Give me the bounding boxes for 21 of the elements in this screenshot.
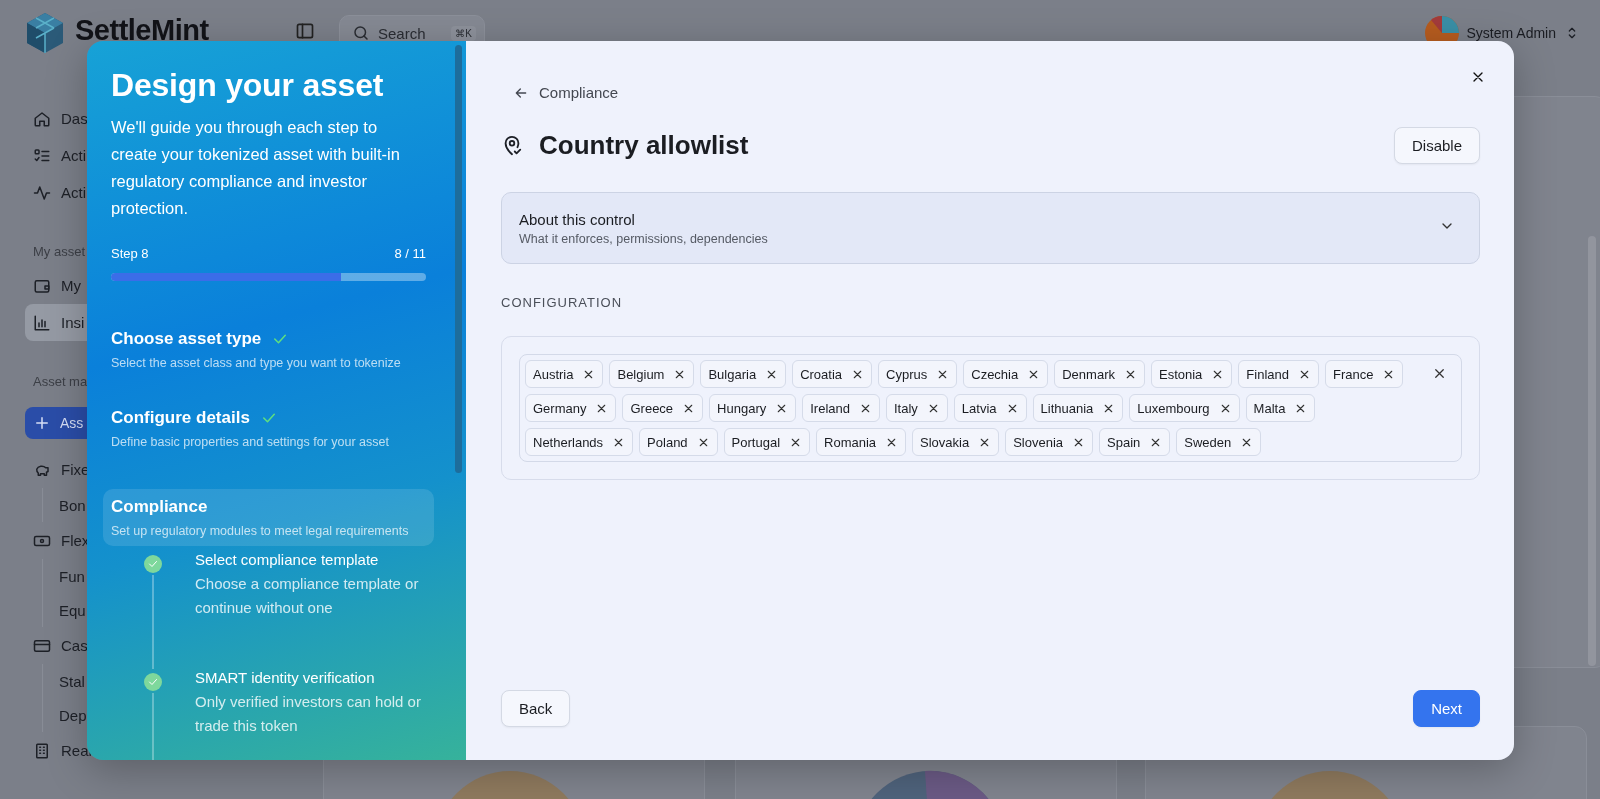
user-name: System Admin <box>1466 25 1556 41</box>
substep-description: Choose a compliance template or continue without one <box>195 574 420 618</box>
step-title: Choose asset type <box>111 329 262 349</box>
accordion-title: About this control <box>519 210 636 228</box>
step-title: Configure details <box>111 408 250 428</box>
section-label: CONFIGURATION <box>501 295 624 310</box>
step-description: Define basic properties and settings for your asset <box>111 435 390 449</box>
section-label: My asset <box>33 244 85 259</box>
logo-text: SettleMint <box>75 13 209 47</box>
section-label: Asset ma <box>33 374 88 389</box>
step-description: Select the asset class and type you want to tokenize <box>111 356 402 370</box>
shortcut-hint: ⌘K <box>451 25 476 41</box>
panel-title: Country allowlist <box>539 130 749 161</box>
step-count: 8 / 11 <box>394 246 426 261</box>
step-description: Set up regulatory modules to meet legal requirements <box>111 524 410 538</box>
step-label: Step 8 <box>111 246 149 261</box>
wizard-title: Design your asset <box>111 67 385 104</box>
wizard-description: We'll guide you through each step to create your tokenized asset with built-in regulatory compliance and investor protection. <box>111 117 401 219</box>
accordion-subtitle: What it enforces, permissions, dependencies <box>519 231 768 246</box>
step-title: Compliance <box>111 497 208 517</box>
substep-description: Only verified investors can hold or trade this token <box>195 692 422 736</box>
